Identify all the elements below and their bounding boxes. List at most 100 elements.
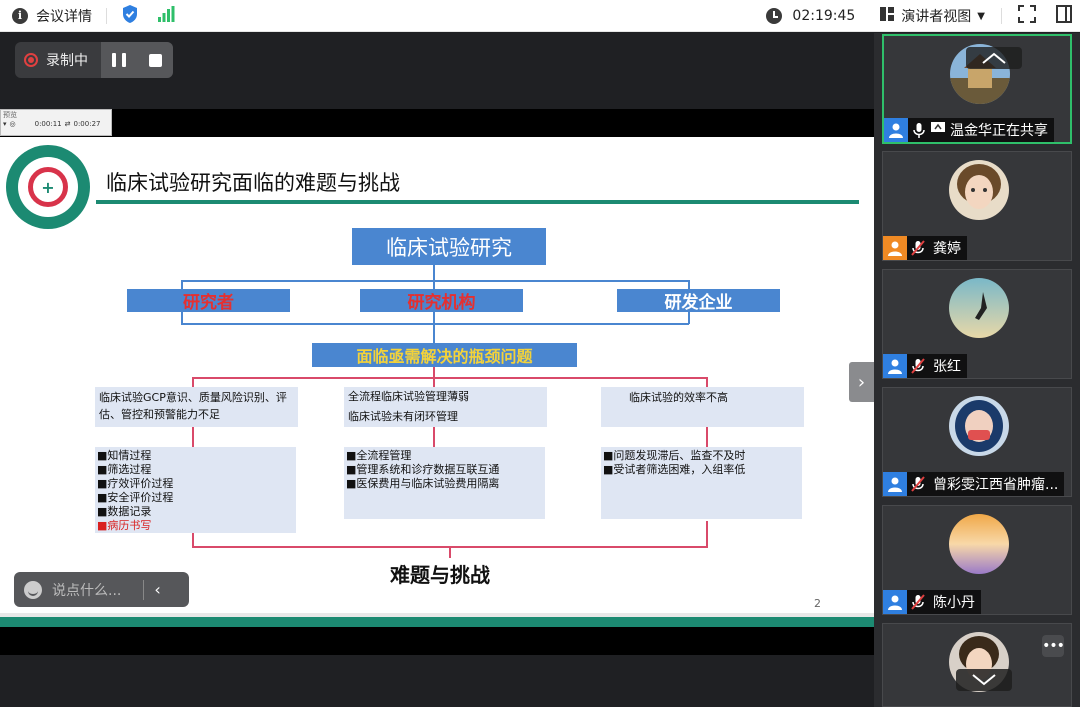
expand-panel-button[interactable]: › <box>849 362 874 402</box>
view-mode-dropdown[interactable]: 演讲者视图 <box>901 6 971 26</box>
detail-item: ■知情过程 <box>97 449 152 462</box>
detail-item: ■筛选过程 <box>97 463 152 476</box>
recording-status: 录制中 <box>15 42 101 78</box>
mini-player-title: 预览 <box>3 111 17 119</box>
scroll-up-button[interactable] <box>966 47 1022 69</box>
issue-1: 临床试验GCP意识、质量风险识别、评估、管控和预警能力不足 <box>95 387 298 427</box>
details-list-2: ■全流程管理 ■管理系统和诊疗数据互联互通 ■医保费用与临床试验费用隔离 <box>344 447 545 519</box>
top-bar-right: 02:19:45 演讲者视图 ▼ <box>766 0 1080 32</box>
scroll-down-button[interactable] <box>956 669 1012 691</box>
participant-tile[interactable]: 曾彩雯江西省肿瘤... <box>882 387 1072 497</box>
top-bar-left: i 会议详情 <box>0 4 175 28</box>
conclusion-text: 难题与挑战 <box>390 563 490 587</box>
participant-name-bar: 陈小丹 <box>883 590 981 614</box>
slide-page-number: 2 <box>814 597 821 610</box>
bottleneck-box: 面临亟需解决的瓶颈问题 <box>312 343 577 367</box>
participant-tile[interactable]: 张红 <box>882 269 1072 379</box>
play-icon[interactable]: ▾ <box>3 120 7 128</box>
detail-item-highlight: ■病历书写 <box>97 519 152 532</box>
participant-avatar <box>949 396 1009 456</box>
person-icon <box>884 118 908 142</box>
participant-avatar <box>949 160 1009 220</box>
participant-tile[interactable]: 龚婷 <box>882 151 1072 261</box>
detail-item: ■安全评价过程 <box>97 491 174 504</box>
participant-tile[interactable]: 温金华正在共享 <box>882 34 1072 144</box>
stop-icon[interactable]: ◎ <box>10 120 16 128</box>
sidebar-toggle-icon[interactable] <box>1056 5 1072 27</box>
details-list-1: ■知情过程 ■筛选过程 ■疗效评价过程 ■安全评价过程 ■数据记录 ■病历书写 <box>95 447 296 533</box>
chat-input-bar[interactable]: 说点什么... ‹ <box>14 572 189 607</box>
connector-line-red <box>192 425 194 447</box>
connector-line-red <box>433 367 435 377</box>
issue-2: 全流程临床试验管理薄弱 临床试验未有闭环管理 <box>344 387 547 427</box>
connector-line-red <box>433 377 435 387</box>
divider <box>143 579 145 600</box>
divider <box>106 7 107 24</box>
connector-line <box>181 323 689 325</box>
participant-name-bar: 曾彩雯江西省肿瘤... <box>883 472 1065 496</box>
participant-name-bar: 张红 <box>883 354 967 378</box>
person-icon <box>883 236 907 260</box>
fullscreen-icon[interactable] <box>1018 5 1036 27</box>
connector-line-red <box>706 377 708 387</box>
pause-recording-button[interactable] <box>112 53 127 67</box>
person-icon <box>883 590 907 614</box>
layout-icon[interactable] <box>879 6 895 26</box>
microphone-muted-icon <box>907 354 929 378</box>
chevron-down-icon[interactable]: ▼ <box>977 11 985 22</box>
connector-line-red <box>706 425 708 447</box>
collapse-chat-button[interactable]: ‹ <box>154 580 160 599</box>
connector-line <box>433 312 435 343</box>
current-time: 0:00:11 <box>34 120 62 128</box>
person-icon <box>883 354 907 378</box>
total-time: 0:00:27 <box>73 120 101 128</box>
clock-icon <box>766 8 783 24</box>
connector-line-red <box>449 546 451 558</box>
detail-item: ■问题发现滞后、监查不及时 <box>603 449 746 462</box>
info-icon[interactable]: i <box>12 7 28 24</box>
participant-sidebar: 温金华正在共享 龚婷 张红 曾彩雯江西省肿瘤... 陈小丹 ••• <box>874 33 1080 707</box>
top-bar: i 会议详情 02:19:45 演讲者视图 ▼ <box>0 0 1080 32</box>
microphone-muted-icon <box>907 590 929 614</box>
emoji-icon[interactable] <box>24 580 42 599</box>
participant-avatar <box>949 278 1009 338</box>
stop-recording-button[interactable] <box>148 53 162 67</box>
recording-label: 录制中 <box>46 53 88 69</box>
connector-line-red <box>192 377 706 379</box>
participant-tile[interactable]: 陈小丹 <box>882 505 1072 615</box>
chat-input[interactable]: 说点什么... <box>52 580 121 600</box>
recording-buttons <box>101 42 173 78</box>
top-box: 临床试验研究 <box>352 228 546 265</box>
stakeholder-institution: 研究机构 <box>360 289 523 313</box>
connector-line <box>181 280 689 282</box>
meeting-details-link[interactable]: 会议详情 <box>36 6 92 26</box>
participant-name: 龚婷 <box>933 241 961 257</box>
slide-title: 临床试验研究面临的难题与挑战 <box>106 171 400 195</box>
recording-control: 录制中 <box>15 42 173 78</box>
loop-icon[interactable]: ⇄ <box>65 120 71 128</box>
stakeholder-enterprise: 研发企业 <box>617 289 780 313</box>
screen-share-icon <box>930 121 946 139</box>
shield-check-icon[interactable] <box>121 4 139 28</box>
mini-player[interactable]: 预览 ▾ ◎ 0:00:11 ⇄ 0:00:27 <box>0 109 112 136</box>
microphone-muted-icon <box>907 236 929 260</box>
microphone-muted-icon <box>907 472 929 496</box>
slide-footer-rule <box>0 613 874 617</box>
more-options-button[interactable]: ••• <box>1042 635 1065 657</box>
participant-name: 张红 <box>933 359 961 375</box>
title-underline <box>96 200 859 204</box>
detail-item: ■疗效评价过程 <box>97 477 174 490</box>
issue-3: 临床试验的效率不高 <box>601 387 804 427</box>
detail-item: ■数据记录 <box>97 505 152 518</box>
connector-line-red <box>192 377 194 387</box>
divider <box>1001 8 1002 24</box>
participant-avatar <box>949 514 1009 574</box>
connector-line-red <box>706 521 708 547</box>
connector-line-red <box>192 533 194 547</box>
microphone-icon <box>908 118 930 142</box>
signal-strength-icon[interactable] <box>157 5 175 26</box>
participant-name: 温金华正在共享 <box>950 123 1048 139</box>
connector-line <box>433 265 435 281</box>
participant-name-bar: 龚婷 <box>883 236 967 260</box>
participant-name-bar: 温金华正在共享 <box>884 118 1054 142</box>
